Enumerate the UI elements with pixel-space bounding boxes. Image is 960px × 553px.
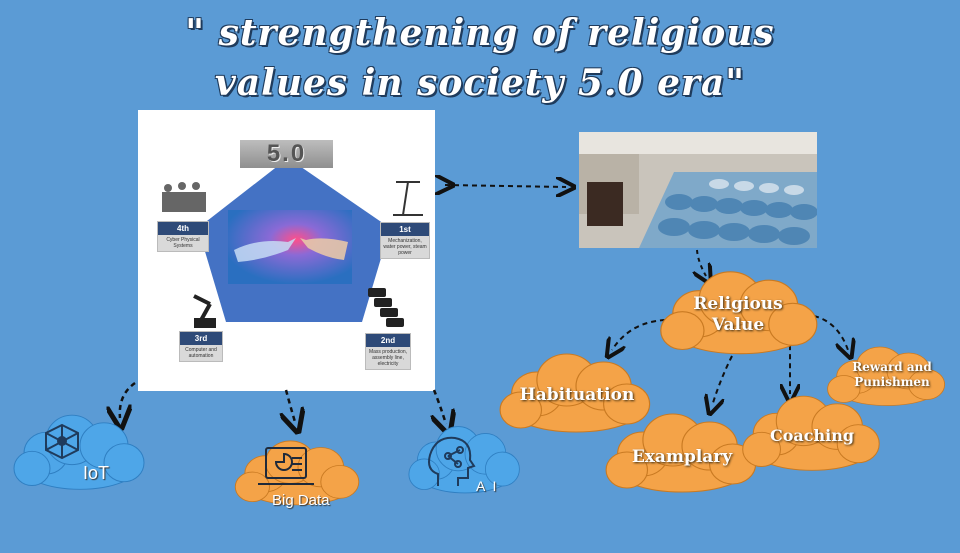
examplary-label: Examplary	[631, 447, 733, 467]
ai-cloud	[408, 426, 520, 494]
arrow-to-reward	[813, 315, 848, 350]
ai-label: A I	[476, 478, 499, 494]
iot-cloud	[13, 414, 145, 490]
reward-label: Reward and Punishmen	[852, 360, 932, 389]
arrow-to-ai	[434, 389, 446, 424]
arrow-to-examplary	[712, 355, 733, 406]
coaching-label: Coaching	[769, 426, 855, 445]
habituation-label: Habituation	[519, 385, 635, 405]
bigdata-label: Big Data	[272, 492, 330, 509]
iot-label: IoT	[83, 463, 110, 483]
arrow-to-religious-value	[697, 249, 706, 276]
arrow-to-iot	[120, 381, 136, 418]
arrow-to-bigdata	[286, 389, 295, 422]
religious-value-label: Religious Value	[693, 294, 783, 336]
arrow-to-habituation	[612, 319, 666, 350]
bidirectional-arrow	[445, 185, 566, 187]
diagram-layer	[13, 0, 946, 506]
